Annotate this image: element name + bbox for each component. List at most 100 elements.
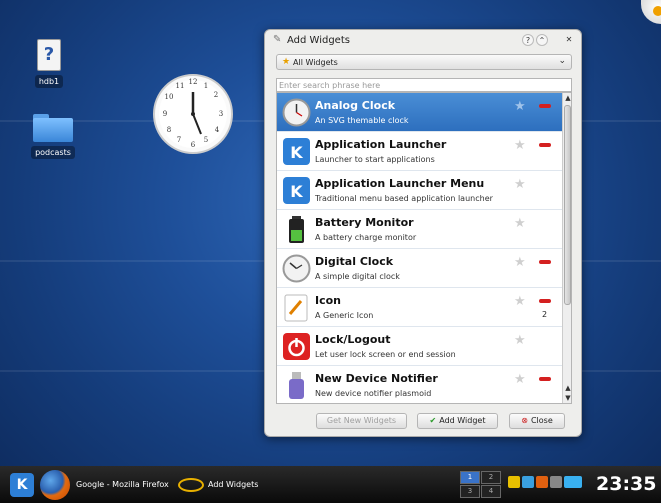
widget-name: Application Launcher bbox=[315, 138, 447, 151]
widget-name: Battery Monitor bbox=[315, 216, 414, 229]
lock-logout-icon bbox=[281, 331, 312, 362]
list-scrollbar[interactable]: ▲ ▲ ▼ bbox=[562, 93, 571, 403]
cancel-icon: ⊗ bbox=[521, 416, 528, 425]
category-filter-value: All Widgets bbox=[293, 58, 338, 67]
favorite-star-icon[interactable]: ★ bbox=[514, 217, 526, 230]
desktop-icon-label: hdb1 bbox=[34, 75, 64, 88]
svg-text:2: 2 bbox=[214, 91, 218, 99]
widget-row[interactable]: Analog Clock An SVG themable clock ★ bbox=[277, 93, 562, 132]
widget-name: Icon bbox=[315, 294, 342, 307]
scroll-up-arrow-icon[interactable]: ▲ bbox=[563, 383, 571, 393]
checkmark-icon: ✔ bbox=[429, 416, 437, 425]
task-label: Google - Mozilla Firefox bbox=[76, 480, 169, 489]
system-tray bbox=[508, 476, 584, 492]
pager-desktop-1[interactable]: 1 bbox=[460, 471, 480, 484]
shade-button[interactable]: ⌃ bbox=[536, 34, 548, 46]
widget-description: A battery charge monitor bbox=[315, 233, 417, 242]
favorite-star-icon[interactable]: ★ bbox=[514, 139, 526, 152]
svg-text:10: 10 bbox=[165, 93, 174, 101]
desktop-icon-podcasts[interactable]: podcasts bbox=[23, 114, 83, 159]
remove-widget-icon[interactable] bbox=[539, 377, 551, 381]
battery-icon[interactable] bbox=[550, 476, 562, 488]
favorite-star-icon[interactable]: ★ bbox=[514, 295, 526, 308]
remove-widget-icon[interactable] bbox=[539, 143, 551, 147]
svg-text:11: 11 bbox=[176, 82, 185, 90]
task-firefox[interactable]: Google - Mozilla Firefox bbox=[76, 474, 169, 496]
widget-description: Traditional menu based application launc… bbox=[315, 194, 493, 203]
svg-text:3: 3 bbox=[219, 110, 223, 118]
search-input[interactable] bbox=[276, 78, 572, 92]
favorite-star-icon[interactable]: ★ bbox=[514, 334, 526, 347]
widget-name: New Device Notifier bbox=[315, 372, 438, 385]
generic-icon bbox=[281, 292, 312, 323]
widget-row[interactable]: K Application Launcher Launcher to start a… bbox=[277, 132, 562, 171]
firefox-icon[interactable] bbox=[40, 470, 70, 500]
close-icon[interactable]: ✕ bbox=[563, 34, 575, 46]
widget-row[interactable]: Lock/Logout Let user lock screen or end s… bbox=[277, 327, 562, 366]
widget-name: Application Launcher Menu bbox=[315, 177, 485, 190]
category-filter-select[interactable]: ★ All Widgets ⌄ bbox=[276, 54, 572, 70]
plasma-toolbox-icon bbox=[653, 6, 661, 16]
widget-row[interactable]: Icon A Generic Icon ★ 2 bbox=[277, 288, 562, 327]
widget-row[interactable]: New Device Notifier New device notifier p… bbox=[277, 366, 562, 403]
task-add-widgets[interactable]: Add Widgets bbox=[178, 474, 258, 496]
pager-desktop-2[interactable]: 2 bbox=[481, 471, 501, 484]
svg-text:6: 6 bbox=[191, 141, 196, 149]
monitor-icon[interactable] bbox=[564, 476, 582, 488]
task-label: Add Widgets bbox=[208, 480, 259, 489]
favorite-star-icon[interactable]: ★ bbox=[514, 256, 526, 269]
get-new-widgets-label: Get New Widgets bbox=[326, 416, 397, 425]
svg-text:K: K bbox=[290, 182, 303, 201]
widget-row[interactable]: Digital Clock A simple digital clock ★ bbox=[277, 249, 562, 288]
help-button[interactable]: ? bbox=[522, 34, 534, 46]
desktop-icon-hdb1[interactable]: ? hdb1 bbox=[19, 39, 79, 88]
svg-text:5: 5 bbox=[204, 136, 208, 144]
svg-text:1: 1 bbox=[204, 82, 208, 90]
widget-description: A simple digital clock bbox=[315, 272, 400, 281]
svg-text:4: 4 bbox=[215, 126, 220, 134]
widget-description: New device notifier plasmoid bbox=[315, 389, 432, 398]
pager-desktop-3[interactable]: 3 bbox=[460, 485, 480, 498]
remove-widget-icon[interactable] bbox=[539, 299, 551, 303]
add-widget-button[interactable]: ✔ Add Widget bbox=[417, 413, 498, 429]
add-widget-label: Add Widget bbox=[439, 416, 486, 425]
close-button[interactable]: ⊗ Close bbox=[509, 413, 565, 429]
scroll-down-arrow-icon[interactable]: ▼ bbox=[563, 393, 571, 403]
taskbar-clock[interactable]: 23:35 bbox=[596, 473, 656, 495]
svg-text:9: 9 bbox=[163, 110, 167, 118]
remove-widget-icon[interactable] bbox=[539, 260, 551, 264]
unknown-file-icon: ? bbox=[37, 39, 61, 71]
close-label: Close bbox=[530, 416, 553, 425]
scroll-up-arrow-icon[interactable]: ▲ bbox=[563, 93, 571, 103]
favorite-star-icon[interactable]: ★ bbox=[514, 100, 526, 113]
svg-text:K: K bbox=[290, 143, 303, 162]
digital-clock-icon bbox=[281, 253, 312, 284]
svg-text:8: 8 bbox=[167, 126, 171, 134]
widget-description: An SVG themable clock bbox=[315, 116, 409, 125]
widget-row[interactable]: Battery Monitor A battery charge monitor ★ bbox=[277, 210, 562, 249]
mixer-icon[interactable] bbox=[536, 476, 548, 488]
get-new-widgets-button[interactable]: Get New Widgets bbox=[316, 413, 407, 429]
dialog-titlebar[interactable]: ✎ Add Widgets ? ⌃ ✕ bbox=[265, 30, 581, 50]
desktop-icon-label: podcasts bbox=[31, 146, 75, 159]
network-icon[interactable] bbox=[522, 476, 534, 488]
taskbar: K Google - Mozilla Firefox Add Widgets 1… bbox=[0, 466, 661, 503]
widget-name: Analog Clock bbox=[315, 99, 396, 112]
add-widgets-dialog: ✎ Add Widgets ? ⌃ ✕ ★ All Widgets ⌄ Anal… bbox=[264, 29, 582, 437]
scrollbar-thumb[interactable] bbox=[564, 105, 571, 305]
remove-widget-icon[interactable] bbox=[539, 104, 551, 108]
pager-desktop-4[interactable]: 4 bbox=[481, 485, 501, 498]
favorite-star-icon[interactable]: ★ bbox=[514, 178, 526, 191]
analog-clock-widget[interactable]: 12 12 3 45 6 78 9 1011 bbox=[151, 72, 235, 156]
kde-launcher-icon: K bbox=[281, 136, 312, 167]
chevron-down-icon: ⌄ bbox=[558, 56, 566, 66]
widget-description: Launcher to start applications bbox=[315, 155, 435, 164]
notification-icon[interactable] bbox=[508, 476, 520, 488]
desktop-pager: 1 2 3 4 bbox=[460, 471, 502, 499]
widget-description: Let user lock screen or end session bbox=[315, 350, 456, 359]
favorite-star-icon[interactable]: ★ bbox=[514, 373, 526, 386]
kde-launcher-icon: K bbox=[281, 175, 312, 206]
kde-menu-button[interactable]: K bbox=[10, 473, 34, 497]
widget-row[interactable]: K Application Launcher Menu Traditional me… bbox=[277, 171, 562, 210]
widget-instance-count: 2 bbox=[542, 310, 548, 319]
